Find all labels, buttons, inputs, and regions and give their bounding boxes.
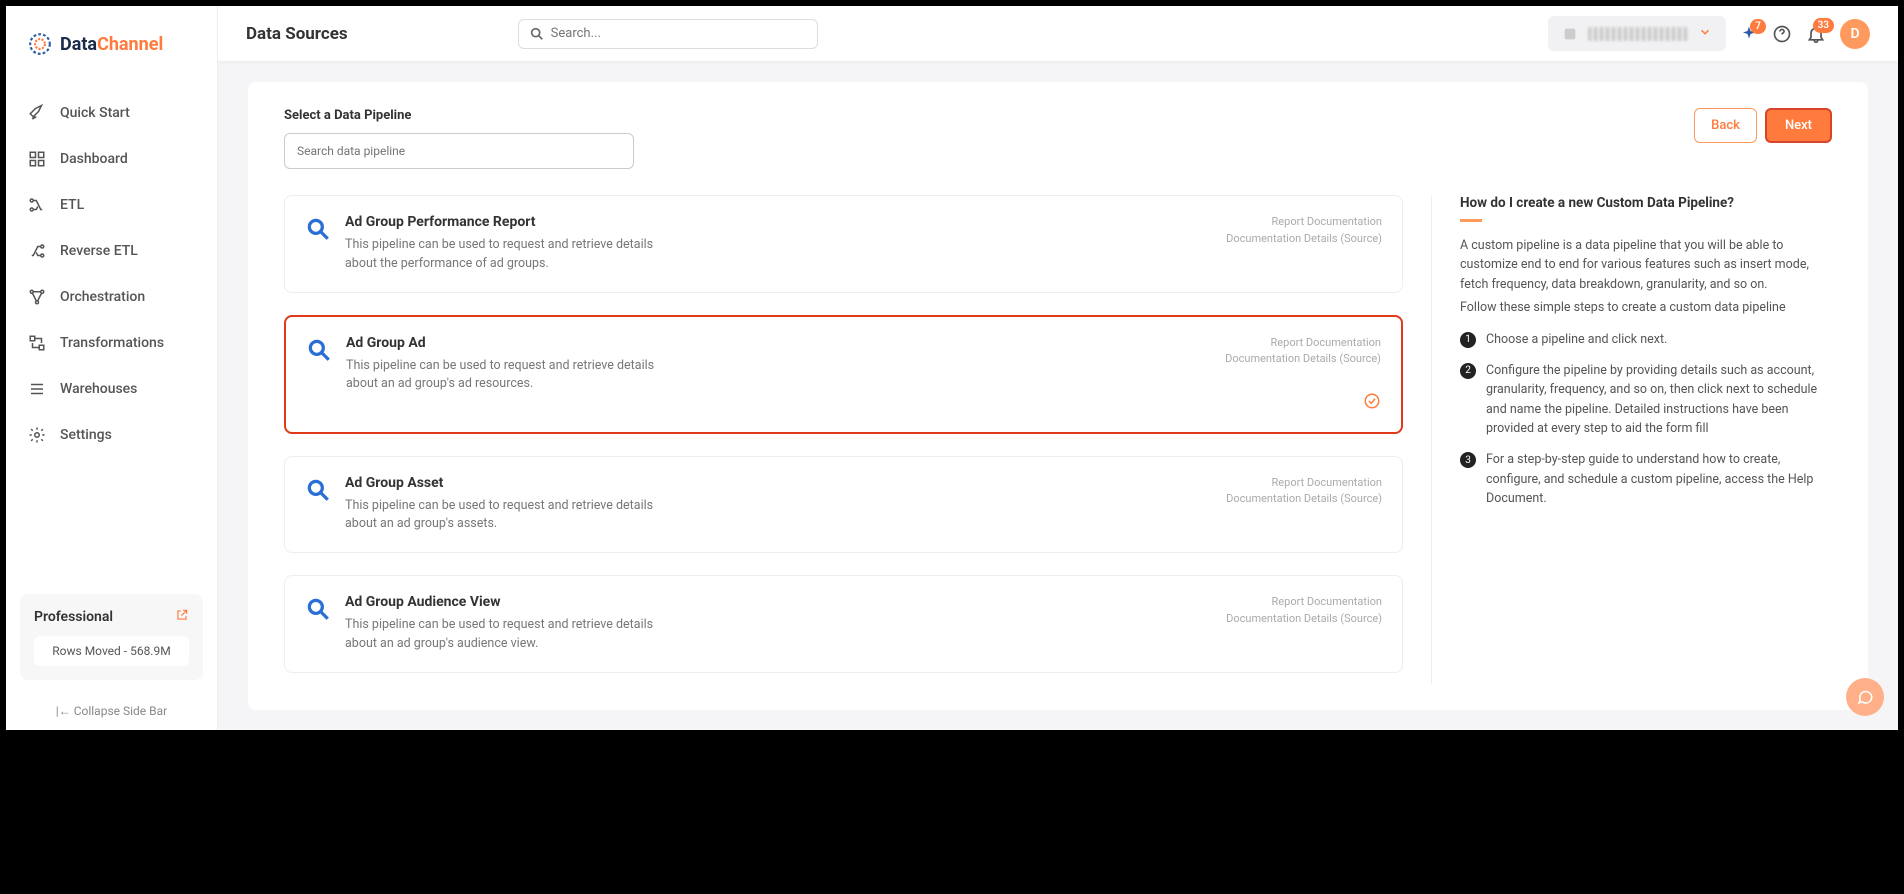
source-icon [1562,26,1578,42]
help-intro1: A custom pipeline is a data pipeline tha… [1460,236,1832,294]
grid-icon [28,150,46,168]
logo-text: DataChannel [60,34,163,55]
main: Data Sources 7 33 D [218,6,1898,730]
help-panel: How do I create a new Custom Data Pipeli… [1432,195,1832,684]
step-number: 3 [1460,452,1476,468]
selected-check-icon [1225,392,1381,414]
help-underline [1460,219,1482,222]
magnifier-icon [306,337,332,363]
next-button[interactable]: Next [1765,108,1832,143]
account-name-redacted [1588,27,1688,41]
logo-icon [26,30,54,58]
help-step: 2 Configure the pipeline by providing det… [1460,361,1832,439]
gear-icon [28,426,46,444]
pipeline-title: Ad Group Ad [346,335,1211,351]
sidebar-label: Dashboard [60,151,128,167]
pipeline-list[interactable]: Ad Group Performance Report This pipeline… [284,195,1432,684]
doc-links[interactable]: Report DocumentationDocumentation Detail… [1226,475,1382,508]
warehouse-icon [28,380,46,398]
sidebar-label: Warehouses [60,381,137,397]
bell-badge: 33 [1813,18,1834,33]
chat-fab[interactable] [1846,678,1884,716]
pipeline-desc: This pipeline can be used to request and… [345,497,665,535]
pipeline-search-input[interactable] [284,133,634,169]
chevron-down-icon [1698,24,1712,43]
nav: Quick Start Dashboard ETL Reverse ETL Or… [6,82,217,582]
page-title: Data Sources [246,24,348,44]
doc-links[interactable]: Report DocumentationDocumentation Detail… [1226,214,1382,247]
pipeline-desc: This pipeline can be used to request and… [345,616,665,654]
pipeline-title: Ad Group Performance Report [345,214,1212,230]
help-button[interactable] [1772,24,1792,44]
external-icon[interactable] [175,608,189,626]
plan-box: Professional Rows Moved - 568.9M [20,594,203,680]
account-dropdown[interactable] [1548,16,1726,51]
pipeline-card[interactable]: Ad Group Ad This pipeline can be used to … [284,315,1403,434]
sidebar-item-settings[interactable]: Settings [6,412,217,458]
pipeline-desc: This pipeline can be used to request and… [346,357,666,395]
step-text: Choose a pipeline and click next. [1486,330,1667,349]
help-title: How do I create a new Custom Data Pipeli… [1460,195,1832,211]
sidebar-label: Orchestration [60,289,145,305]
sidebar-label: Transformations [60,335,164,351]
pipeline-title: Ad Group Asset [345,475,1212,491]
step-text: Configure the pipeline by providing deta… [1486,361,1832,439]
reverse-etl-icon [28,242,46,260]
pipeline-card[interactable]: Ad Group Audience View This pipeline can … [284,575,1403,673]
step-number: 1 [1460,332,1476,348]
magnifier-icon [305,216,331,242]
step-list: 1 Choose a pipeline and click next. 2 Confi… [1460,330,1832,509]
back-button[interactable]: Back [1694,108,1757,143]
plan-name: Professional [34,609,113,625]
search-icon [529,26,545,42]
avatar[interactable]: D [1840,19,1870,49]
sidebar-item-quickstart[interactable]: Quick Start [6,90,217,136]
magnifier-icon [305,596,331,622]
doc-links[interactable]: Report DocumentationDocumentation Detail… [1225,335,1381,368]
pipeline-card[interactable]: Ad Group Performance Report This pipeline… [284,195,1403,293]
doc-links[interactable]: Report DocumentationDocumentation Detail… [1226,594,1382,627]
help-step: 1 Choose a pipeline and click next. [1460,330,1832,349]
sidebar-label: Quick Start [60,105,130,121]
sidebar-label: Settings [60,427,112,443]
sidebar: DataChannel Quick Start Dashboard ETL Re… [6,6,218,730]
notifications-button[interactable]: 33 [1806,24,1826,44]
rocket-icon [28,104,46,122]
collapse-sidebar[interactable]: |← Collapse Side Bar [6,692,217,730]
sidebar-item-dashboard[interactable]: Dashboard [6,136,217,182]
sidebar-item-orchestration[interactable]: Orchestration [6,274,217,320]
sidebar-item-warehouses[interactable]: Warehouses [6,366,217,412]
sidebar-label: Reverse ETL [60,243,138,259]
help-step: 3 For a step-by-step guide to understand … [1460,450,1832,508]
pipeline-title: Ad Group Audience View [345,594,1212,610]
help-intro2: Follow these simple steps to create a cu… [1460,298,1832,317]
sidebar-label: ETL [60,197,84,213]
rows-moved: Rows Moved - 568.9M [34,636,189,666]
pipeline-card[interactable]: Ad Group Asset This pipeline can be used … [284,456,1403,554]
global-search[interactable] [518,19,818,49]
topbar: Data Sources 7 33 D [218,6,1898,62]
panel: Select a Data Pipeline Back Next Ad Grou… [248,82,1868,710]
step-number: 2 [1460,363,1476,379]
sidebar-item-reverse-etl[interactable]: Reverse ETL [6,228,217,274]
select-pipeline-title: Select a Data Pipeline [284,108,634,123]
sidebar-item-transformations[interactable]: Transformations [6,320,217,366]
global-search-input[interactable] [551,26,807,41]
etl-icon [28,196,46,214]
pipeline-desc: This pipeline can be used to request and… [345,236,665,274]
transform-icon [28,334,46,352]
step-text: For a step-by-step guide to understand h… [1486,450,1832,508]
flow-icon [28,288,46,306]
logo[interactable]: DataChannel [6,6,217,82]
magnifier-icon [305,477,331,503]
sparkle-button[interactable]: 7 [1740,25,1758,43]
sidebar-item-etl[interactable]: ETL [6,182,217,228]
sparkle-badge: 7 [1750,19,1766,34]
